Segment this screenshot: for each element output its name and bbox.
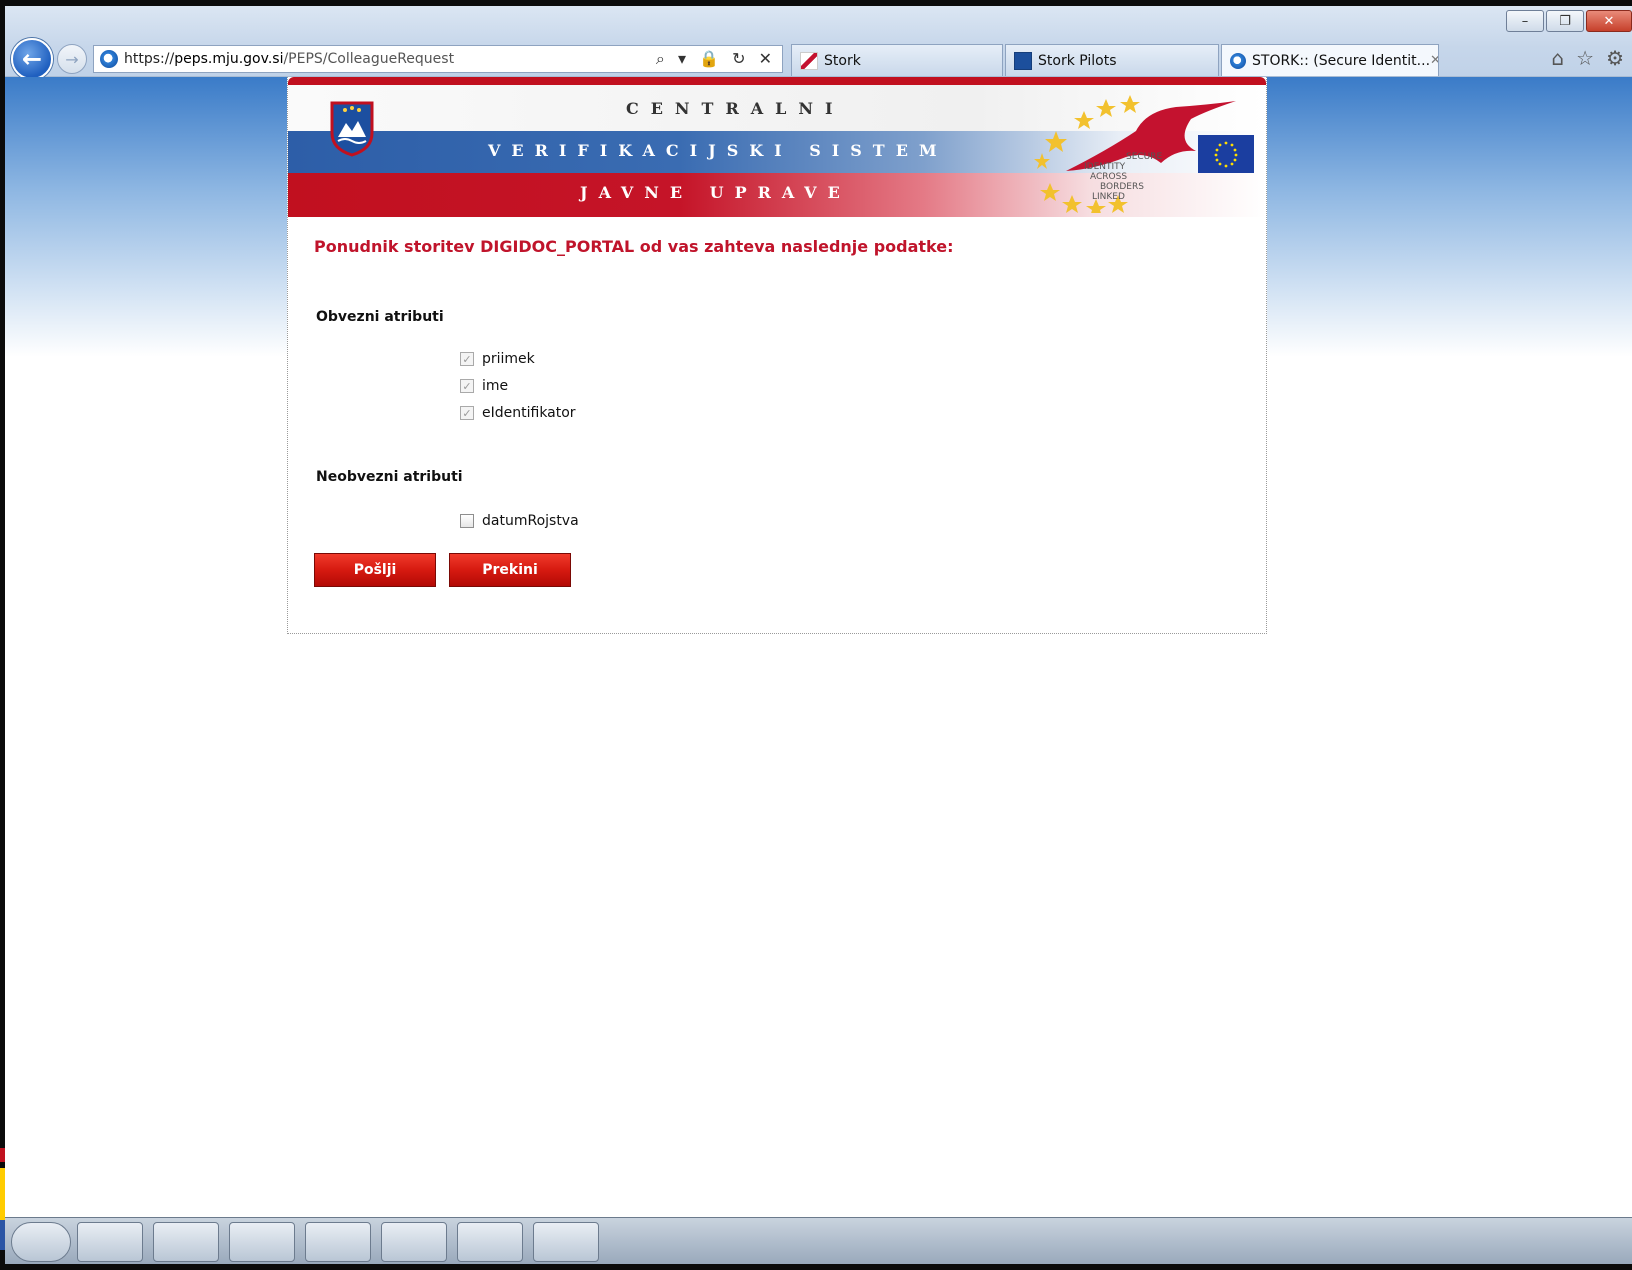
eu-stars-icon [1214,141,1238,168]
logo-text-linked: LINKED [1092,192,1125,202]
taskbar-item[interactable] [229,1222,295,1262]
start-button[interactable] [11,1222,71,1262]
checkbox-datumrojstva[interactable] [460,514,474,528]
page-viewport: CENTRALNI VERIFIKACIJSKI SISTEM JAVNE UP… [5,77,1632,1217]
attribute-datumrojstva[interactable]: datumRojstva [460,513,579,529]
logo-text-borders: BORDERS [1100,182,1144,192]
taskbar-item[interactable] [77,1222,143,1262]
header-banner: CENTRALNI VERIFIKACIJSKI SISTEM JAVNE UP… [288,77,1266,217]
browser-right-icons: ⌂ ☆ ⚙ [1551,46,1624,70]
banner-line-verifikacijski: VERIFIKACIJSKI SISTEM [488,141,948,160]
forward-button[interactable]: → [57,44,87,74]
taskbar [5,1217,1632,1264]
taskbar-item[interactable] [381,1222,447,1262]
eu-flag-icon [1198,135,1254,173]
tab-label: STORK:: (Secure Identit... [1252,52,1431,69]
slovenia-crest-icon [330,101,374,157]
url-path: /PEPS/ColleagueRequest [283,51,455,67]
tab-label: Stork Pilots [1038,52,1117,69]
attribute-priimek: ✓ priimek [460,351,535,367]
window-controls: – ❐ ✕ [1506,10,1632,32]
checkbox-priimek: ✓ [460,352,474,366]
optional-attributes-title: Neobvezni atributi [316,469,463,485]
tab-stork-pilots[interactable]: Stork Pilots [1005,44,1219,76]
attribute-ime: ✓ ime [460,378,508,394]
ie-icon [100,50,118,68]
taskbar-item[interactable] [305,1222,371,1262]
logo-text-identity: IDENTITY [1084,162,1126,172]
address-bar[interactable]: https://peps.mju.gov.si/PEPS/ColleagueRe… [93,45,783,73]
cancel-button[interactable]: Prekini [449,553,571,587]
attribute-label: datumRojstva [482,513,579,529]
browser-window: – ❐ ✕ ← → https://peps.mju.gov.si/PEPS/C… [5,6,1632,1264]
url-host: peps.mju.gov.si [174,51,284,67]
attribute-eidentifikator: ✓ eIdentifikator [460,405,576,421]
restore-button[interactable]: ❐ [1546,10,1584,32]
send-button[interactable]: Pošlji [314,553,436,587]
mandatory-attributes-title: Obvezni atributi [316,309,444,325]
minimize-button[interactable]: – [1506,10,1544,32]
logo-text-across: ACROSS [1090,172,1127,182]
address-tools-icons[interactable]: ⌕ ▾ 🔒 ↻ ✕ [656,49,776,69]
close-tab-icon[interactable]: ✕ [1430,53,1438,68]
back-button[interactable]: ← [11,38,53,80]
favorites-icon[interactable]: ☆ [1576,46,1594,70]
checkbox-ime: ✓ [460,379,474,393]
logo-text-secure: SECURE [1126,152,1163,162]
pilots-icon [1014,51,1032,70]
attribute-label: priimek [482,351,535,367]
stork-icon [800,51,818,70]
attribute-label: eIdentifikator [482,405,576,421]
tab-stork-secure-identity[interactable]: STORK:: (Secure Identit... ✕ [1221,44,1439,76]
home-icon[interactable]: ⌂ [1551,46,1564,70]
address-url[interactable]: https://peps.mju.gov.si/PEPS/ColleagueRe… [124,51,454,67]
close-window-button[interactable]: ✕ [1586,10,1632,32]
banner-line-javne-uprave: JAVNE UPRAVE [580,183,851,202]
checkbox-eidentifikator: ✓ [460,406,474,420]
taskbar-item[interactable] [533,1222,599,1262]
tab-stork[interactable]: Stork [791,44,1003,76]
ie-icon [1230,52,1246,69]
banner-top-stripe [288,77,1266,85]
forward-arrow-icon: → [65,49,79,69]
settings-icon[interactable]: ⚙ [1606,46,1624,70]
taskbar-item[interactable] [153,1222,219,1262]
url-scheme: https:// [124,51,175,67]
banner-line-centralni: CENTRALNI [626,99,845,118]
browser-toolbar: – ❐ ✕ ← → https://peps.mju.gov.si/PEPS/C… [5,6,1632,80]
request-form: Ponudnik storitev DIGIDOC_PORTAL od vas … [314,237,1234,529]
content-panel: CENTRALNI VERIFIKACIJSKI SISTEM JAVNE UP… [287,77,1267,634]
page-headline: Ponudnik storitev DIGIDOC_PORTAL od vas … [314,237,954,256]
attribute-label: ime [482,378,509,394]
taskbar-item[interactable] [457,1222,523,1262]
tab-label: Stork [824,52,861,69]
back-arrow-icon: ← [21,45,43,73]
